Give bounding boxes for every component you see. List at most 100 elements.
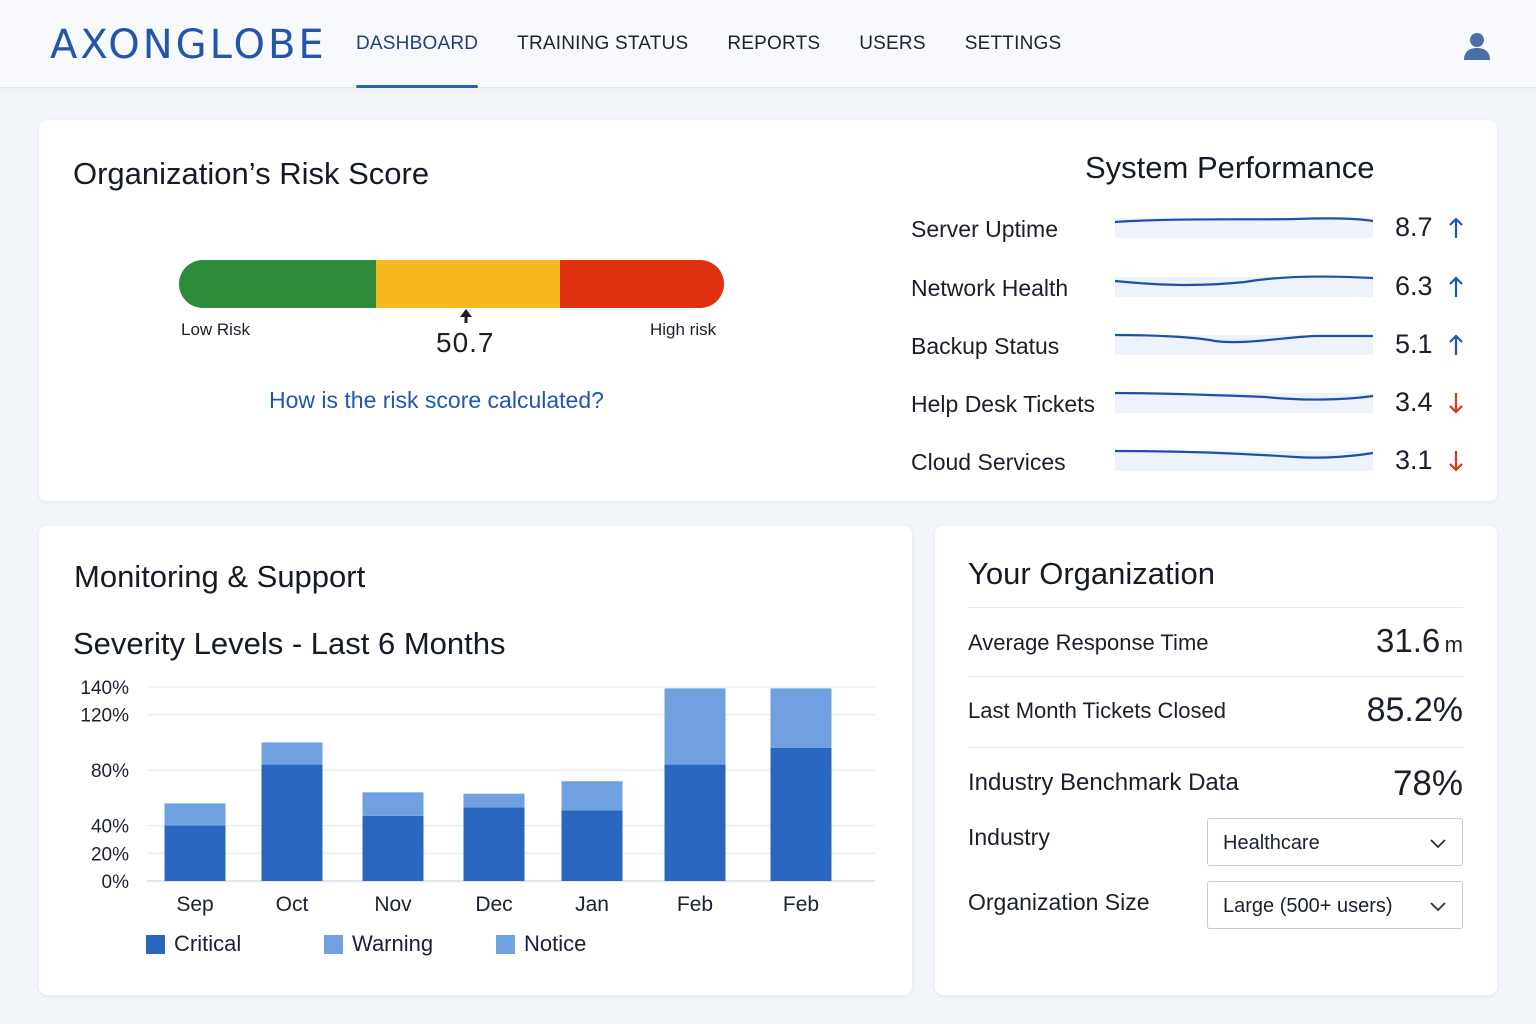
risk-performance-card: Organization’s Risk Score Low Risk High … <box>39 120 1497 501</box>
bar-critical-feb-5 <box>664 764 726 881</box>
bar-warning-sep-0 <box>164 803 226 826</box>
gauge-high-segment <box>560 260 724 308</box>
org-size-label: Organization Size <box>968 889 1150 915</box>
perf-sparkline <box>1115 449 1373 471</box>
arrow-up-icon <box>1449 217 1463 238</box>
risk-score-title: Organization’s Risk Score <box>73 156 430 191</box>
perf-row-network-health: Network Health 6.3 <box>911 267 1471 311</box>
gauge-medium-segment <box>376 260 560 308</box>
top-navigation-bar: AXONGLOBE DASHBOARD TRAINING STATUS REPO… <box>0 0 1536 88</box>
bar-critical-feb-6 <box>770 747 832 881</box>
org-size-select[interactable]: Large (500+ users) <box>1207 881 1463 929</box>
perf-sparkline <box>1115 275 1373 297</box>
avg-response-label: Average Response Time <box>968 630 1209 655</box>
chevron-down-icon <box>1430 839 1446 849</box>
severity-bar-chart: 0% 20% 40% 80% 120% 140% Sep Oct Nov Dec Jan Feb Feb <box>80 678 875 916</box>
organization-title: Your Organization <box>968 556 1216 591</box>
perf-value: 8.7 <box>1395 212 1433 242</box>
arrow-up-icon <box>1449 276 1463 297</box>
arrow-down-icon <box>1449 451 1463 472</box>
chevron-down-icon <box>1430 902 1446 912</box>
low-risk-label: Low Risk <box>181 320 250 339</box>
avg-response-value: 31.6 m <box>1376 622 1463 660</box>
benchmark-value: 78% <box>1392 764 1463 803</box>
y-tick-label: 120% <box>80 706 129 727</box>
perf-label: Help Desk Tickets <box>911 391 1096 417</box>
tickets-closed-value: 85.2% <box>1366 691 1463 729</box>
bar-critical-jan-4 <box>561 810 623 881</box>
bar-critical-oct-1 <box>261 764 323 881</box>
bar-critical-dec-3 <box>463 807 525 881</box>
y-tick-label: 20% <box>91 844 129 865</box>
nav-training-status[interactable]: TRAINING STATUS <box>517 0 688 88</box>
nav-reports[interactable]: REPORTS <box>727 0 820 88</box>
org-size-selected-value: Large (500+ users) <box>1223 895 1393 917</box>
x-tick-label: Oct <box>276 893 309 916</box>
bar-critical-nov-2 <box>362 815 424 881</box>
main-nav: DASHBOARD TRAINING STATUS REPORTS USERS … <box>356 0 1100 88</box>
industry-select[interactable]: Healthcare <box>1207 818 1463 866</box>
perf-row-server-uptime: Server Uptime 8.7 <box>911 208 1471 252</box>
risk-calculation-link[interactable]: How is the risk score calculated? <box>269 387 604 414</box>
nav-users[interactable]: USERS <box>859 0 925 88</box>
perf-sparkline <box>1115 391 1373 413</box>
risk-gauge <box>179 260 724 308</box>
monitoring-support-card: Monitoring & Support Severity Levels - L… <box>39 526 912 995</box>
avg-response-row: Average Response Time 31.6 m <box>968 607 1463 677</box>
app-logo[interactable]: AXONGLOBE <box>50 22 327 68</box>
perf-value: 5.1 <box>1395 329 1433 359</box>
legend-warning: Warning <box>324 931 433 957</box>
legend-critical-swatch <box>146 934 165 954</box>
legend-notice: Notice <box>496 931 586 957</box>
bar-warning-jan-4 <box>561 781 623 811</box>
bar-warning-feb-6 <box>770 688 832 748</box>
avg-response-unit: m <box>1444 632 1463 657</box>
x-tick-label: Feb <box>783 893 819 916</box>
perf-value: 3.4 <box>1395 387 1433 417</box>
x-tick-label: Sep <box>176 893 213 916</box>
bar-warning-feb-5 <box>664 688 726 765</box>
x-tick-label: Feb <box>677 893 713 916</box>
legend-critical: Critical <box>146 931 241 957</box>
x-tick-label: Dec <box>475 893 512 916</box>
perf-value: 3.1 <box>1395 445 1433 475</box>
bar-warning-dec-3 <box>463 793 525 808</box>
perf-label: Server Uptime <box>911 216 1058 242</box>
nav-dashboard[interactable]: DASHBOARD <box>356 0 479 88</box>
perf-row-backup-status: Backup Status 5.1 <box>911 325 1471 369</box>
benchmark-label: Industry Benchmark Data <box>968 769 1239 796</box>
arrow-up-icon <box>1449 334 1463 355</box>
x-tick-label: Jan <box>575 893 609 916</box>
x-tick-label: Nov <box>374 893 412 916</box>
perf-label: Backup Status <box>911 333 1060 359</box>
system-performance-title: System Performance <box>1085 150 1375 185</box>
legend-warning-label: Warning <box>352 931 434 956</box>
perf-label: Network Health <box>911 275 1069 301</box>
industry-label: Industry <box>968 824 1050 850</box>
perf-row-cloud-services: Cloud Services 3.1 <box>911 441 1471 485</box>
arrow-down-icon <box>1449 393 1463 414</box>
legend-warning-swatch <box>324 934 343 954</box>
perf-value: 6.3 <box>1395 271 1433 301</box>
perf-label: Cloud Services <box>911 449 1066 475</box>
legend-notice-label: Notice <box>524 931 587 956</box>
perf-sparkline <box>1115 333 1373 355</box>
user-icon <box>1464 33 1490 60</box>
perf-sparkline <box>1115 217 1373 238</box>
perf-row-help-desk-tickets: Help Desk Tickets 3.4 <box>911 383 1471 427</box>
bar-warning-nov-2 <box>362 792 424 816</box>
gauge-pointer-icon <box>460 309 472 323</box>
tickets-closed-label: Last Month Tickets Closed <box>968 698 1227 723</box>
organization-card: Your Organization Average Response Time … <box>935 526 1497 995</box>
y-tick-label: 80% <box>91 761 129 782</box>
legend-notice-swatch <box>496 934 515 954</box>
high-risk-label: High risk <box>650 320 717 339</box>
industry-selected-value: Healthcare <box>1223 832 1320 854</box>
bar-critical-sep-0 <box>164 825 226 881</box>
user-profile-button[interactable] <box>1460 30 1494 62</box>
y-tick-label: 0% <box>102 872 130 893</box>
nav-settings[interactable]: SETTINGS <box>965 0 1062 88</box>
avg-response-number: 31.6 <box>1375 622 1441 659</box>
risk-score-value: 50.7 <box>436 327 495 358</box>
gauge-low-segment <box>179 260 376 308</box>
